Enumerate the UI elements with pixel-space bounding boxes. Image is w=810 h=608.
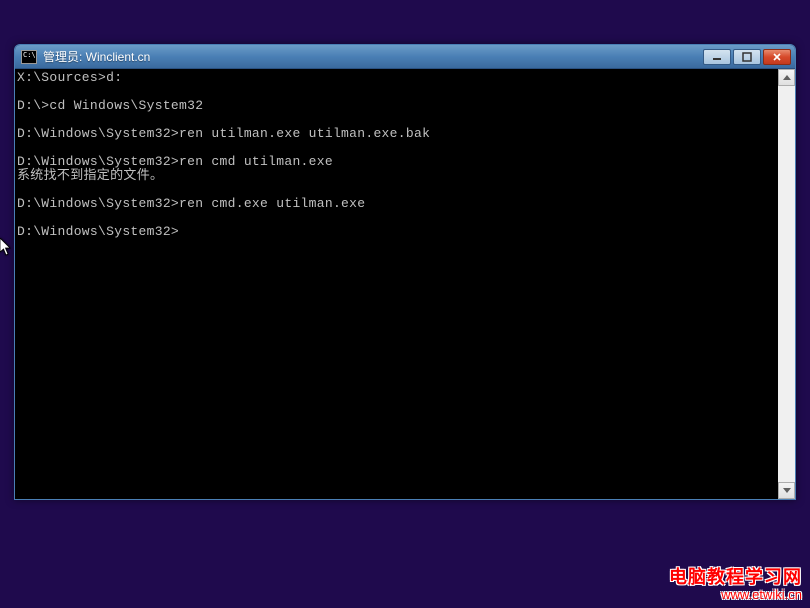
maximize-button[interactable] [733, 49, 761, 65]
watermark: 电脑教程学习网 www.etwiki.cn [669, 563, 802, 602]
watermark-title: 电脑教程学习网 [669, 563, 802, 589]
window-controls [703, 49, 791, 65]
scroll-down-button[interactable] [778, 482, 795, 499]
watermark-url: www.etwiki.cn [669, 587, 802, 602]
mouse-cursor [0, 238, 12, 256]
cmd-window: 管理员: Winclient.cn X:\Sources>d: D:\>cd W… [14, 44, 796, 500]
scroll-up-button[interactable] [778, 69, 795, 86]
close-button[interactable] [763, 49, 791, 65]
terminal-area: X:\Sources>d: D:\>cd Windows\System32 D:… [15, 69, 795, 499]
cmd-icon [21, 50, 37, 64]
scroll-track[interactable] [778, 86, 795, 482]
window-title: 管理员: Winclient.cn [43, 48, 703, 65]
titlebar[interactable]: 管理员: Winclient.cn [15, 45, 795, 69]
minimize-button[interactable] [703, 49, 731, 65]
terminal-output[interactable]: X:\Sources>d: D:\>cd Windows\System32 D:… [15, 69, 778, 499]
vertical-scrollbar[interactable] [778, 69, 795, 499]
